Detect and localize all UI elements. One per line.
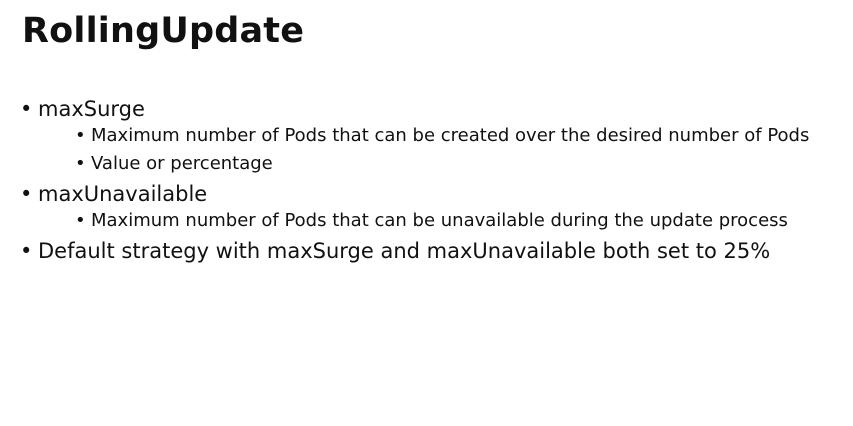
sub-list-item: • Maximum number of Pods that can be cre…: [75, 125, 811, 147]
sub-list-item: • Maximum number of Pods that can be una…: [75, 210, 811, 232]
bullet-icon: •: [75, 210, 86, 231]
list-item-maxsurge: • maxSurge • Maximum number of Pods that…: [20, 96, 830, 175]
slide-title: RollingUpdate: [22, 11, 305, 51]
bullet-icon: •: [20, 239, 33, 263]
sub-list-item-text: Maximum number of Pods that can be creat…: [91, 125, 810, 146]
bullet-icon: •: [75, 153, 86, 174]
bullet-icon: •: [20, 97, 33, 121]
bullet-icon: •: [75, 125, 86, 146]
sub-list-item: • Value or percentage: [75, 153, 811, 175]
sub-list: • Maximum number of Pods that can be cre…: [38, 125, 830, 175]
list-item-text: maxSurge: [38, 97, 145, 121]
bullet-list: • maxSurge • Maximum number of Pods that…: [20, 96, 830, 268]
bullet-icon: •: [20, 182, 33, 206]
list-item-text: maxUnavailable: [38, 182, 208, 206]
list-item-text: Default strategy with maxSurge and maxUn…: [38, 239, 771, 263]
sub-list-item-text: Value or percentage: [91, 153, 273, 174]
list-item-default-strategy: • Default strategy with maxSurge and max…: [20, 238, 830, 264]
sub-list: • Maximum number of Pods that can be una…: [38, 210, 830, 232]
slide: RollingUpdate • maxSurge • Maximum numbe…: [0, 0, 853, 426]
list-item-maxunavailable: • maxUnavailable • Maximum number of Pod…: [20, 181, 830, 232]
sub-list-item-text: Maximum number of Pods that can be unava…: [91, 210, 788, 231]
